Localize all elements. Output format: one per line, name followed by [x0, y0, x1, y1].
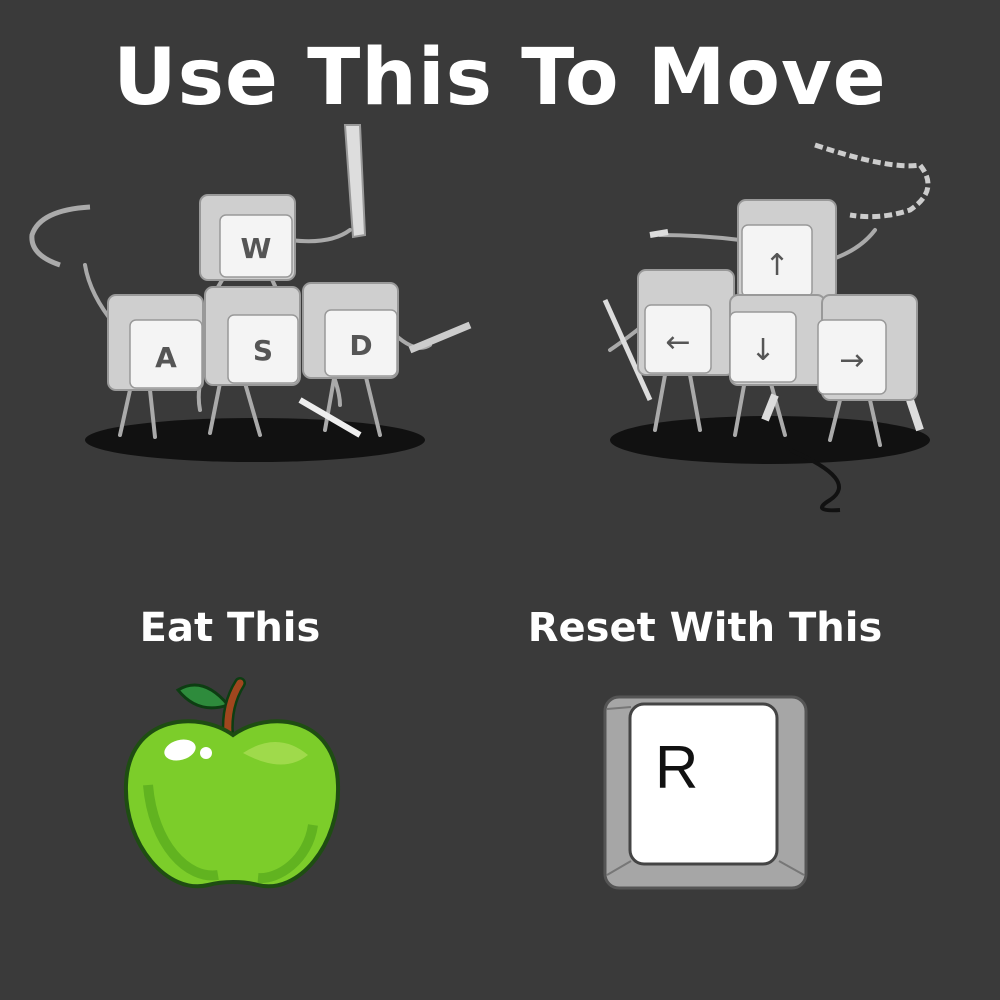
wasd-keys-illustration: W A S D [29, 124, 472, 462]
eat-label: Eat This [139, 605, 321, 651]
up-arrow-key-label: ↑ [764, 248, 789, 283]
r-key-icon: R [603, 695, 808, 890]
right-arrow-key-label: → [839, 343, 864, 378]
w-key-label: W [241, 232, 272, 265]
arrow-keys-illustration: ↑ ← ↓ → [602, 142, 931, 513]
r-key-label: R [655, 734, 698, 801]
d-key-label: D [349, 329, 372, 362]
reset-label: Reset With This [527, 605, 883, 651]
left-arrow-key-label: ← [665, 325, 690, 360]
page-title: Use This To Move [113, 33, 887, 123]
a-key-label: A [155, 341, 177, 374]
down-arrow-key-label: ↓ [750, 333, 775, 368]
apple-icon [123, 677, 341, 889]
s-key-label: S [253, 334, 273, 367]
